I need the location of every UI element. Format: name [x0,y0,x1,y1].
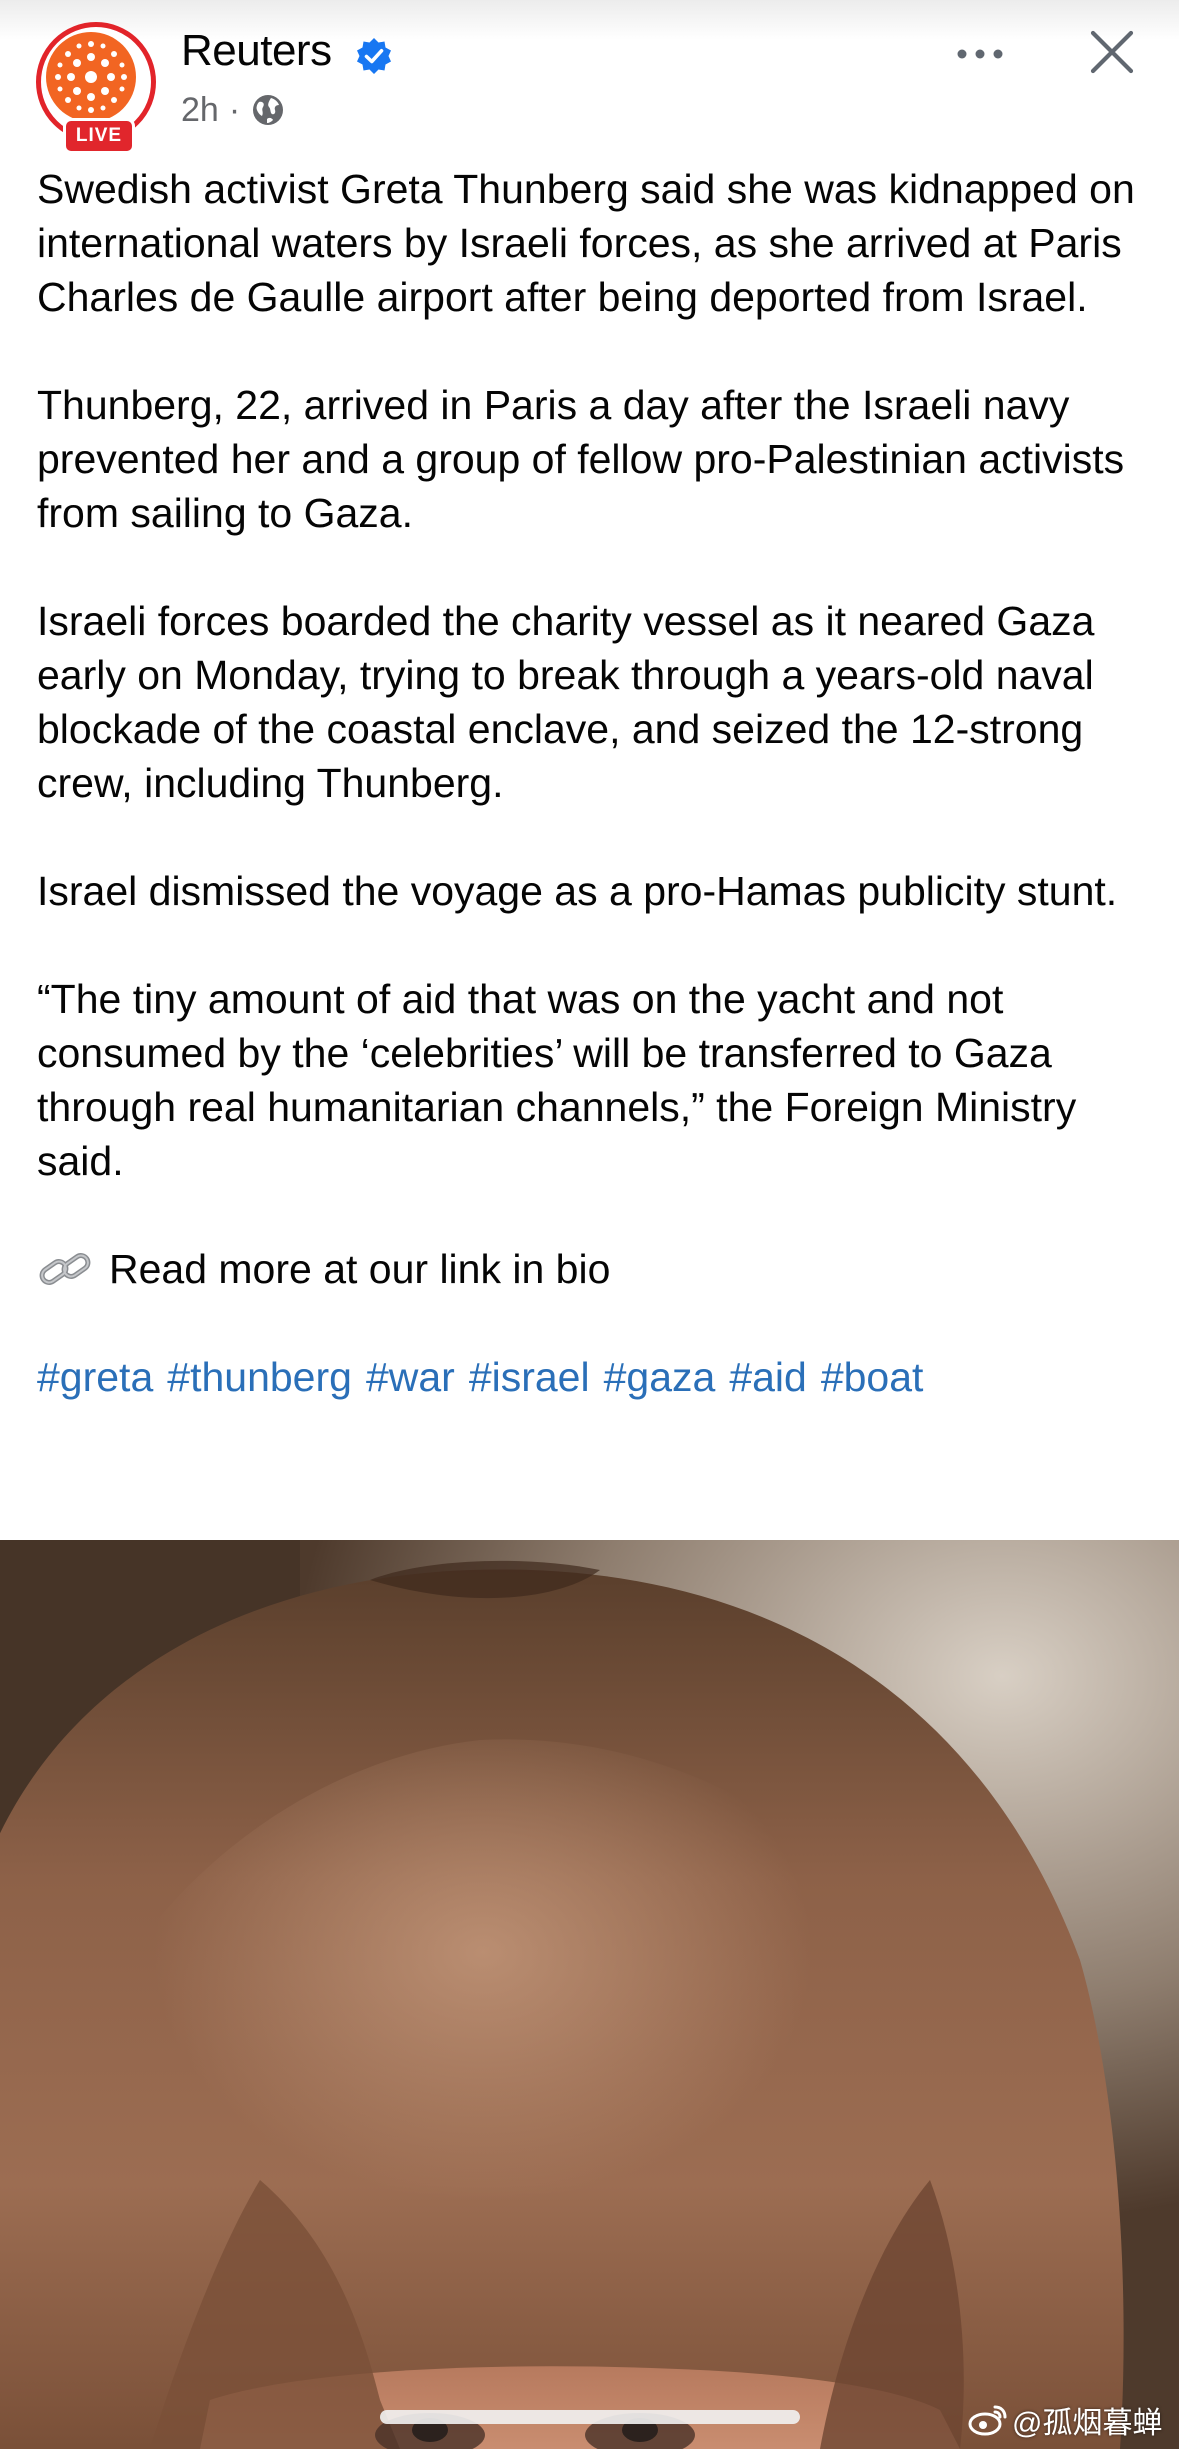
reuters-logo-icon [46,32,136,122]
hashtag-link[interactable]: #thunberg [167,1354,352,1400]
post-paragraph: Swedish activist Greta Thunberg said she… [37,166,1135,320]
post-paragraph: Israel dismissed the voyage as a pro-Ham… [37,868,1118,914]
meta-separator: · [228,90,241,129]
post-paragraph: “The tiny amount of aid that was on the … [37,976,1077,1184]
read-more-text: Read more at our link in bio [109,1246,611,1292]
home-indicator[interactable] [380,2410,800,2424]
page-avatar[interactable]: LIVE [36,22,156,154]
live-badge: LIVE [63,118,135,154]
watermark-text: @孤烟暮蝉 [1012,2407,1163,2440]
hashtag-link[interactable]: #gaza [604,1354,716,1400]
page-name[interactable]: Reuters [181,26,332,76]
hashtag-link[interactable]: #aid [729,1354,807,1400]
post-timestamp[interactable]: 2h [181,91,219,130]
post-meta: 2h · [181,88,286,132]
post-view: LIVE Reuters 2h · Swedish activist Greta… [0,0,1179,2449]
more-options-icon[interactable] [952,32,1008,76]
post-paragraph: Israeli forces boarded the charity vesse… [37,598,1095,806]
hashtag-list: #greta #thunberg #war #israel #gaza #aid #boat [37,1350,1157,1404]
weibo-icon [968,2405,1007,2436]
hashtag-link[interactable]: #boat [821,1354,924,1400]
hashtag-link[interactable]: #war [366,1354,455,1400]
verified-badge-icon [357,38,391,74]
photo-image [0,1540,1179,2449]
post-header: LIVE Reuters 2h · [0,0,1179,154]
post-photo[interactable] [0,1540,1179,2449]
watermark: @孤烟暮蝉 [968,2400,1162,2440]
hashtag-link[interactable]: #israel [469,1354,590,1400]
close-icon[interactable] [1087,27,1137,77]
post-body: Swedish activist Greta Thunberg said she… [37,162,1157,1458]
link-chain-icon [39,1253,91,1285]
globe-icon [253,95,284,125]
hashtag-link[interactable]: #greta [37,1354,153,1400]
post-paragraph: Thunberg, 22, arrived in Paris a day aft… [37,382,1125,536]
read-more-line: Read more at our link in bio [37,1242,1157,1296]
